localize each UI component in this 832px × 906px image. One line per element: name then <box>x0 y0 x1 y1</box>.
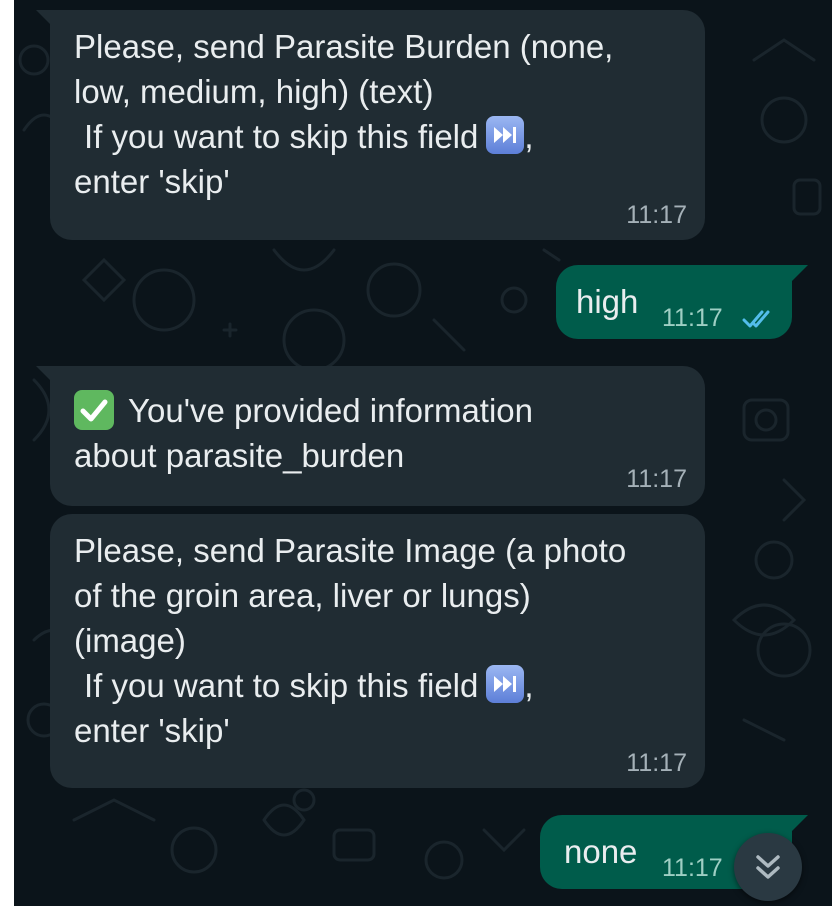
skip-instruction-end: enter 'skip' <box>74 163 230 200</box>
incoming-message-parasite-image[interactable]: Please, send Parasite Image (a photo of … <box>50 514 705 788</box>
message-text: none <box>564 833 638 870</box>
skip-instruction-end: enter 'skip' <box>74 712 230 749</box>
confirmation-text: You've provided information <box>128 392 534 429</box>
message-time: 11:17 <box>662 854 723 882</box>
scroll-to-bottom-button[interactable] <box>734 833 802 901</box>
message-text-line: Please, send Parasite Burden (none, <box>74 28 614 65</box>
next-track-emoji-icon <box>486 116 525 154</box>
message-text-line: low, medium, high) (text) <box>74 73 434 110</box>
incoming-message-confirmation[interactable]: You've provided information about parasi… <box>36 366 705 506</box>
outgoing-message-high[interactable]: high 11:17 <box>556 265 808 339</box>
message-time: 11:17 <box>662 304 723 332</box>
confirmation-text-line2: about parasite_burden <box>74 437 405 474</box>
skip-instruction-text: If you want to skip this field <box>84 118 479 155</box>
skip-instruction-comma: , <box>524 118 534 155</box>
chevron-double-down-icon <box>756 855 780 879</box>
double-check-icon <box>742 310 770 328</box>
skip-instruction: If you want to skip this field, <box>74 114 681 159</box>
chat-area[interactable]: Please, send Parasite Burden (none, low,… <box>14 0 832 906</box>
next-track-emoji-icon <box>486 665 525 703</box>
message-time: 11:17 <box>626 201 687 229</box>
confirmation-line: You've provided information <box>74 380 681 433</box>
message-time: 11:17 <box>626 749 687 777</box>
message-text-line: Please, send Parasite Image (a photo <box>74 532 627 569</box>
skip-instruction: If you want to skip this field, <box>74 663 681 708</box>
check-mark-button-emoji-icon <box>74 390 114 430</box>
incoming-message-parasite-burden[interactable]: Please, send Parasite Burden (none, low,… <box>36 10 705 240</box>
skip-instruction-text: If you want to skip this field <box>84 667 479 704</box>
message-text-line: of the groin area, liver or lungs) <box>74 577 531 614</box>
message-time: 11:17 <box>626 465 687 493</box>
skip-instruction-comma: , <box>524 667 534 704</box>
message-text-line: (image) <box>74 622 186 659</box>
message-text: high <box>576 283 639 320</box>
